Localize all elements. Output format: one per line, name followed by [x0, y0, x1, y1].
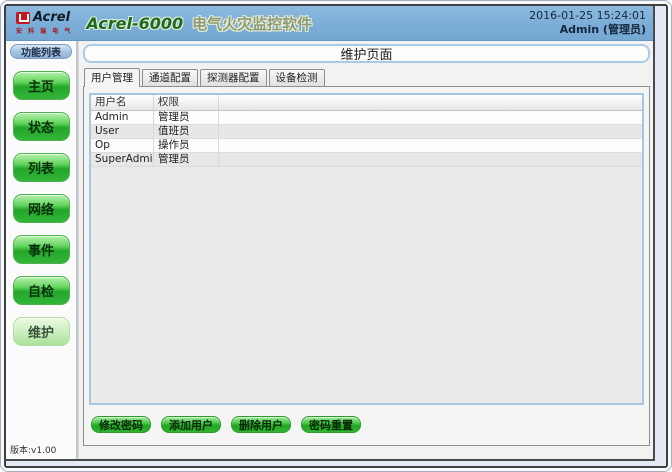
- table-row[interactable]: Op 操作员: [91, 139, 642, 153]
- header-status: 2016-01-25 15:24:01 Admin (管理员): [529, 9, 646, 38]
- app-title: Acrel-6000 电气火灾监控软件: [86, 13, 312, 34]
- username-cell: User: [91, 125, 154, 138]
- sidebar: 功能列表 主页 状态 列表 网络 事件 自检 维护 版本:v1.00: [6, 41, 78, 459]
- add-user-button[interactable]: 添加用户: [161, 416, 221, 433]
- sidebar-item-home[interactable]: 主页: [13, 71, 70, 100]
- version-label: 版本:v1.00: [6, 443, 56, 459]
- screen: Acrel 安 科 瑞 电 气 Acrel-6000 电气火灾监控软件 2016…: [0, 0, 672, 472]
- tab-user-management[interactable]: 用户管理: [84, 68, 140, 87]
- app-window: Acrel 安 科 瑞 电 气 Acrel-6000 电气火灾监控软件 2016…: [4, 4, 668, 468]
- tab-device-check[interactable]: 设备检测: [269, 69, 325, 86]
- app-title-en: Acrel-6000: [86, 14, 183, 33]
- app-title-zh: 电气火灾监控软件: [192, 13, 312, 34]
- sidebar-item-list[interactable]: 列表: [13, 153, 70, 182]
- sidebar-item-selftest[interactable]: 自检: [13, 276, 70, 305]
- tab-bar: 用户管理 通道配置 探测器配置 设备检测: [83, 68, 650, 86]
- page-title: 维护页面: [83, 44, 650, 63]
- role-cell: 值班员: [154, 125, 219, 138]
- sidebar-header: 功能列表: [10, 44, 72, 59]
- column-header-username: 用户名: [91, 95, 154, 110]
- tab-channel-config[interactable]: 通道配置: [142, 69, 198, 86]
- username-cell: SuperAdmin: [91, 153, 154, 166]
- role-cell: 管理员: [154, 111, 219, 124]
- table-row[interactable]: User 值班员: [91, 125, 642, 139]
- table-row[interactable]: SuperAdmin 管理员: [91, 153, 642, 167]
- role-cell: 操作员: [154, 139, 219, 152]
- table-row[interactable]: Admin 管理员: [91, 111, 642, 125]
- app-body: 功能列表 主页 状态 列表 网络 事件 自检 维护 版本:v1.00 维护页面 …: [6, 41, 653, 459]
- column-header-empty: [219, 95, 642, 110]
- acrel-logo: Acrel 安 科 瑞 电 气: [16, 11, 72, 35]
- sidebar-item-status[interactable]: 状态: [13, 112, 70, 141]
- logo-subtitle: 安 科 瑞 电 气: [16, 26, 72, 35]
- column-header-role: 权限: [154, 95, 219, 110]
- sidebar-item-network[interactable]: 网络: [13, 194, 70, 223]
- tab-content-pane: 用户名 权限 Admin 管理员 User 值班员: [83, 86, 650, 446]
- sidebar-item-events[interactable]: 事件: [13, 235, 70, 264]
- datetime-label: 2016-01-25 15:24:01: [529, 9, 646, 23]
- user-table-panel: 用户名 权限 Admin 管理员 User 值班员: [89, 93, 644, 405]
- logo-top: Acrel: [16, 11, 72, 24]
- window-content: Acrel 安 科 瑞 电 气 Acrel-6000 电气火灾监控软件 2016…: [6, 6, 655, 461]
- logo-brand-text: Acrel: [33, 11, 70, 24]
- action-button-row: 修改密码 添加用户 删除用户 密码重置: [89, 416, 644, 433]
- change-password-button[interactable]: 修改密码: [91, 416, 151, 433]
- current-user-label: Admin (管理员): [529, 23, 646, 37]
- role-cell: 管理员: [154, 153, 219, 166]
- header-bar: Acrel 安 科 瑞 电 气 Acrel-6000 电气火灾监控软件 2016…: [6, 6, 653, 41]
- acrel-logo-icon: [16, 12, 30, 24]
- delete-user-button[interactable]: 删除用户: [231, 416, 291, 433]
- username-cell: Admin: [91, 111, 154, 124]
- table-header-row: 用户名 权限: [91, 95, 642, 111]
- main-area: 维护页面 用户管理 通道配置 探测器配置 设备检测 用户名 权限: [78, 41, 653, 459]
- reset-password-button[interactable]: 密码重置: [301, 416, 361, 433]
- tab-detector-config[interactable]: 探测器配置: [200, 69, 267, 86]
- sidebar-item-maintenance[interactable]: 维护: [13, 317, 70, 346]
- username-cell: Op: [91, 139, 154, 152]
